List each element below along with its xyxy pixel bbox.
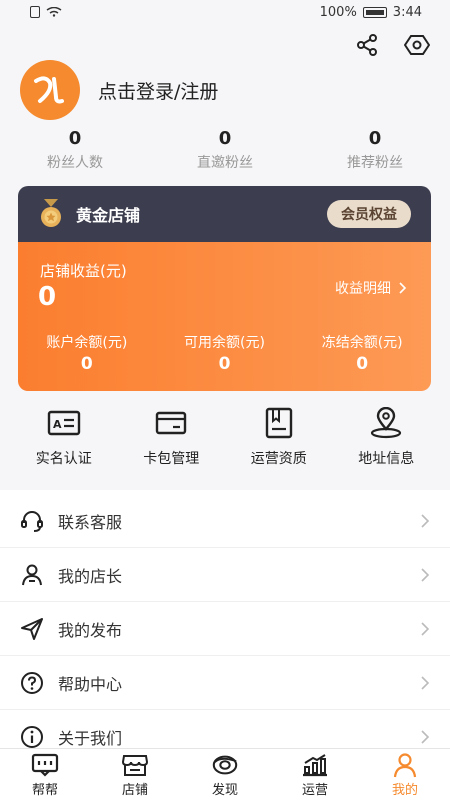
account-balance: 账户余额(元) 0 [18, 332, 156, 374]
stat-value: 0 [218, 128, 232, 149]
profile-icon [391, 752, 419, 778]
menu-item-my-posts[interactable]: 我的发布 [0, 602, 450, 656]
wifi-icon [46, 7, 62, 17]
svg-text:A: A [53, 418, 62, 431]
avatar [20, 60, 80, 120]
help-icon [18, 669, 46, 697]
shortcut-label: 卡包管理 [143, 451, 200, 467]
available-balance: 可用余额(元) 0 [156, 332, 294, 374]
chevron-right-icon [399, 282, 407, 294]
membership-card: 黄金店铺 会员权益 店铺收益(元) 0 收益明细 账户余额(元) 0 可用余额(… [18, 186, 431, 391]
menu-label: 帮助中心 [58, 674, 123, 694]
stat-recommended-fans[interactable]: 0 推荐粉丝 [300, 128, 450, 172]
tab-discover[interactable]: 发现 [180, 749, 270, 800]
frozen-balance: 冻结余额(元) 0 [293, 332, 431, 374]
shortcut-real-name-auth[interactable]: A 实名认证 [10, 406, 118, 468]
login-register-link[interactable]: 点击登录/注册 [98, 77, 218, 104]
tab-label: 帮帮 [31, 782, 58, 798]
stat-fans-count[interactable]: 0 粉丝人数 [0, 128, 150, 172]
location-pin-icon [368, 406, 404, 440]
chevron-right-icon [421, 621, 430, 636]
menu-label: 关于我们 [58, 728, 123, 748]
status-bar: 100% 3:44 [0, 0, 450, 24]
tab-label: 店铺 [121, 782, 148, 798]
header-actions [354, 34, 430, 56]
shortcut-label: 地址信息 [358, 451, 415, 467]
profile-login[interactable]: 点击登录/注册 [20, 60, 218, 120]
balance-label: 冻结余额(元) [321, 335, 403, 351]
share-icon[interactable] [354, 34, 380, 56]
clock: 3:44 [392, 4, 422, 20]
member-benefits-button[interactable]: 会员权益 [327, 200, 411, 228]
medal-icon [41, 199, 61, 227]
balance-value: 0 [80, 354, 93, 374]
menu-label: 联系客服 [58, 512, 123, 532]
shortcut-address-info[interactable]: 地址信息 [333, 406, 441, 468]
tab-store[interactable]: 店铺 [90, 749, 180, 800]
battery-icon [362, 6, 387, 18]
membership-tier: 黄金店铺 [76, 206, 141, 225]
qualification-doc-icon [261, 406, 297, 440]
bottom-tab-bar: 帮帮 店铺 发现 运营 我的 [0, 748, 450, 800]
tab-bangbang[interactable]: 帮帮 [0, 749, 90, 800]
bar-chart-icon [301, 752, 329, 778]
chevron-right-icon [421, 567, 430, 582]
menu-item-customer-service[interactable]: 联系客服 [0, 494, 450, 548]
shortcut-label: 运营资质 [250, 451, 307, 467]
send-icon [18, 615, 46, 643]
balances: 账户余额(元) 0 可用余额(元) 0 冻结余额(元) 0 [18, 332, 431, 374]
tab-label: 发现 [211, 782, 238, 798]
tab-label: 我的 [391, 782, 418, 798]
tab-mine[interactable]: 我的 [360, 749, 450, 800]
chat-box-icon [31, 752, 59, 778]
tab-operations[interactable]: 运营 [270, 749, 360, 800]
chevron-right-icon [421, 729, 430, 744]
balance-value: 0 [218, 354, 231, 374]
settings-icon[interactable] [404, 34, 430, 56]
profile-page: 100% 3:44 点击登录/注册 0 粉丝人数 0 直邀粉丝 0 推荐粉丝 黄… [0, 0, 450, 800]
discover-icon [211, 752, 239, 778]
shortcut-card-wallet[interactable]: 卡包管理 [118, 406, 226, 468]
shortcut-label: 实名认证 [35, 451, 92, 467]
balance-label: 可用余额(元) [184, 335, 265, 351]
shortcut-operation-qualification[interactable]: 运营资质 [225, 406, 333, 468]
menu-label: 我的店长 [58, 566, 123, 586]
stat-label: 直邀粉丝 [197, 155, 253, 171]
sim-icon [30, 6, 40, 18]
menu-list: 联系客服 我的店长 我的发布 帮助中心 关于我们 [0, 494, 450, 764]
balance-label: 账户余额(元) [46, 335, 128, 351]
stat-label: 推荐粉丝 [347, 155, 403, 171]
stat-direct-fans[interactable]: 0 直邀粉丝 [150, 128, 300, 172]
info-icon [18, 723, 46, 751]
fans-stats: 0 粉丝人数 0 直邀粉丝 0 推荐粉丝 [0, 128, 450, 172]
stat-value: 0 [368, 128, 382, 149]
battery-percent: 100% [319, 4, 357, 20]
chevron-right-icon [421, 675, 430, 690]
store-icon [121, 752, 149, 778]
menu-item-help-center[interactable]: 帮助中心 [0, 656, 450, 710]
menu-label: 我的发布 [58, 620, 123, 640]
income-panel: 店铺收益(元) 0 收益明细 账户余额(元) 0 可用余额(元) 0 冻结余额(… [18, 242, 431, 391]
shortcut-grid: A 实名认证 卡包管理 运营资质 地址信息 [0, 406, 450, 468]
menu-item-my-manager[interactable]: 我的店长 [0, 548, 450, 602]
tab-label: 运营 [301, 782, 328, 798]
person-icon [18, 561, 46, 589]
membership-header: 黄金店铺 会员权益 [18, 186, 431, 242]
chevron-right-icon [421, 513, 430, 528]
shop-income-label: 店铺收益(元) [40, 262, 127, 280]
balance-value: 0 [356, 354, 369, 374]
id-card-icon: A [46, 406, 82, 440]
income-detail-label: 收益明细 [335, 281, 391, 297]
shop-income-value: 0 [38, 282, 57, 312]
stat-value: 0 [68, 128, 82, 149]
stat-label: 粉丝人数 [47, 155, 103, 171]
card-wallet-icon [153, 406, 189, 440]
income-detail-link[interactable]: 收益明细 [335, 278, 407, 298]
headset-icon [18, 507, 46, 535]
